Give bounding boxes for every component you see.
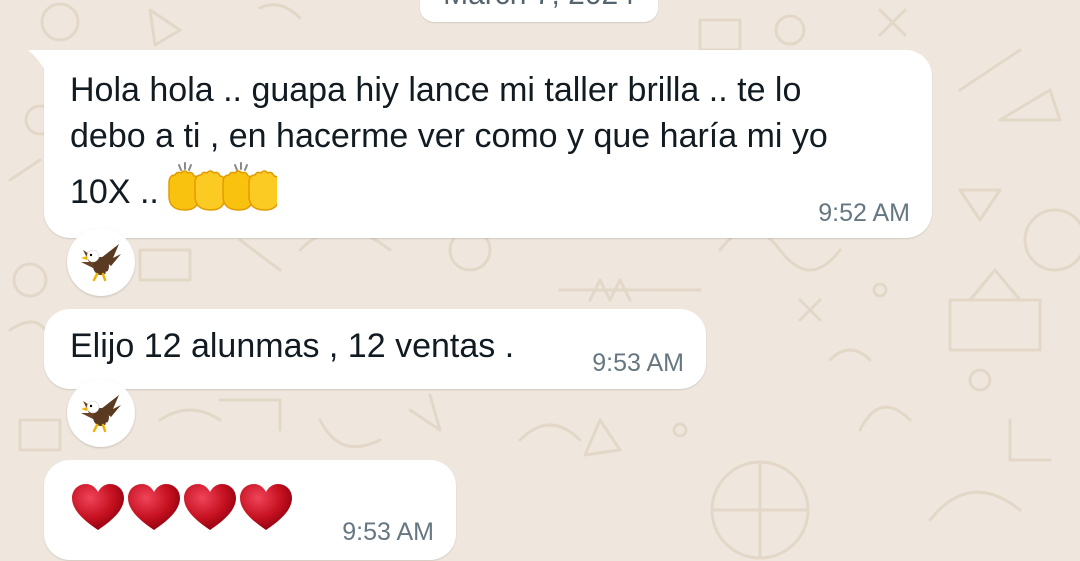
eagle-emoji bbox=[81, 395, 121, 433]
reaction-badge-2[interactable] bbox=[67, 379, 135, 447]
red-heart-emoji bbox=[128, 484, 180, 530]
message-text: Hola hola .. guapa hiy lance mi taller b… bbox=[70, 67, 910, 223]
incoming-message-2[interactable]: Elijo 12 alunmas , 12 ventas . 9:53 AM bbox=[44, 309, 706, 389]
bubble-tail bbox=[28, 50, 46, 72]
incoming-message-1[interactable]: Hola hola .. guapa hiy lance mi taller b… bbox=[28, 50, 932, 238]
red-heart-emoji bbox=[72, 484, 124, 530]
incoming-message-3[interactable]: 9:53 AM bbox=[44, 460, 456, 560]
message-timestamp: 9:52 AM bbox=[818, 199, 910, 227]
red-heart-emoji bbox=[240, 484, 292, 530]
message-timestamp: 9:53 AM bbox=[592, 349, 684, 377]
message-timestamp: 9:53 AM bbox=[342, 518, 434, 546]
red-hearts-emoji bbox=[70, 482, 294, 534]
eagle-emoji bbox=[81, 244, 121, 282]
date-separator: March 7, 2024 bbox=[420, 0, 658, 22]
raising-hands-emoji bbox=[165, 159, 280, 223]
message-text: Elijo 12 alunmas , 12 ventas . bbox=[70, 327, 515, 365]
red-heart-emoji bbox=[184, 484, 236, 530]
reaction-badge-1[interactable] bbox=[67, 228, 135, 296]
date-label: March 7, 2024 bbox=[443, 0, 635, 11]
